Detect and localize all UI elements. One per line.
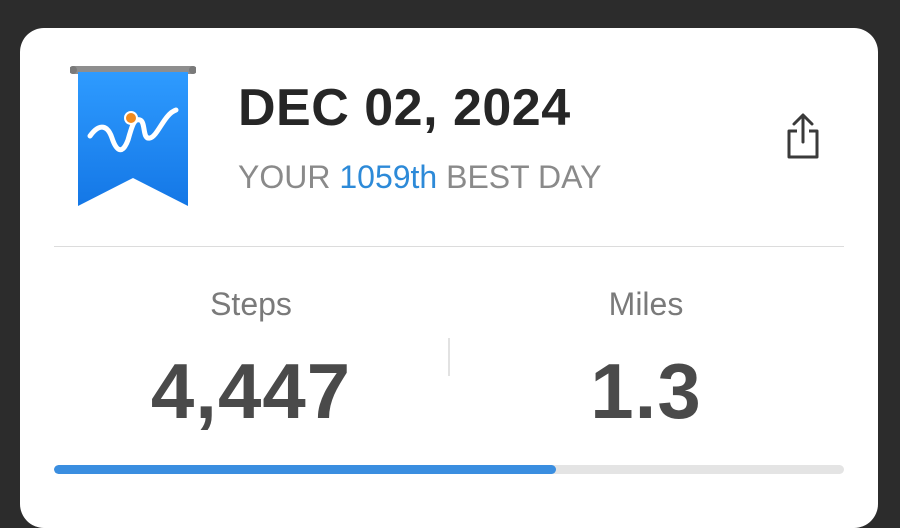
- steps-label: Steps: [210, 286, 292, 322]
- header-divider: [54, 246, 844, 247]
- miles-label: Miles: [608, 286, 684, 322]
- share-icon[interactable]: [784, 112, 822, 160]
- ribbon-chart-icon: [70, 66, 196, 206]
- steps-value: 4,447: [150, 347, 352, 435]
- page-title: DEC 02, 2024: [238, 79, 571, 137]
- rank-value: 1059th: [339, 159, 438, 195]
- subtitle-suffix: BEST DAY: [446, 159, 602, 195]
- subtitle-prefix: YOUR: [238, 159, 331, 195]
- miles-value: 1.3: [590, 347, 702, 435]
- day-summary-card: DEC 02, 2024 YOUR 1059th BEST DAY Steps …: [20, 28, 878, 528]
- progress-bar: [54, 465, 844, 474]
- stats-separator: [448, 338, 450, 376]
- progress-bar-fill: [54, 465, 556, 474]
- rank-subtitle: YOUR 1059th BEST DAY: [238, 159, 601, 196]
